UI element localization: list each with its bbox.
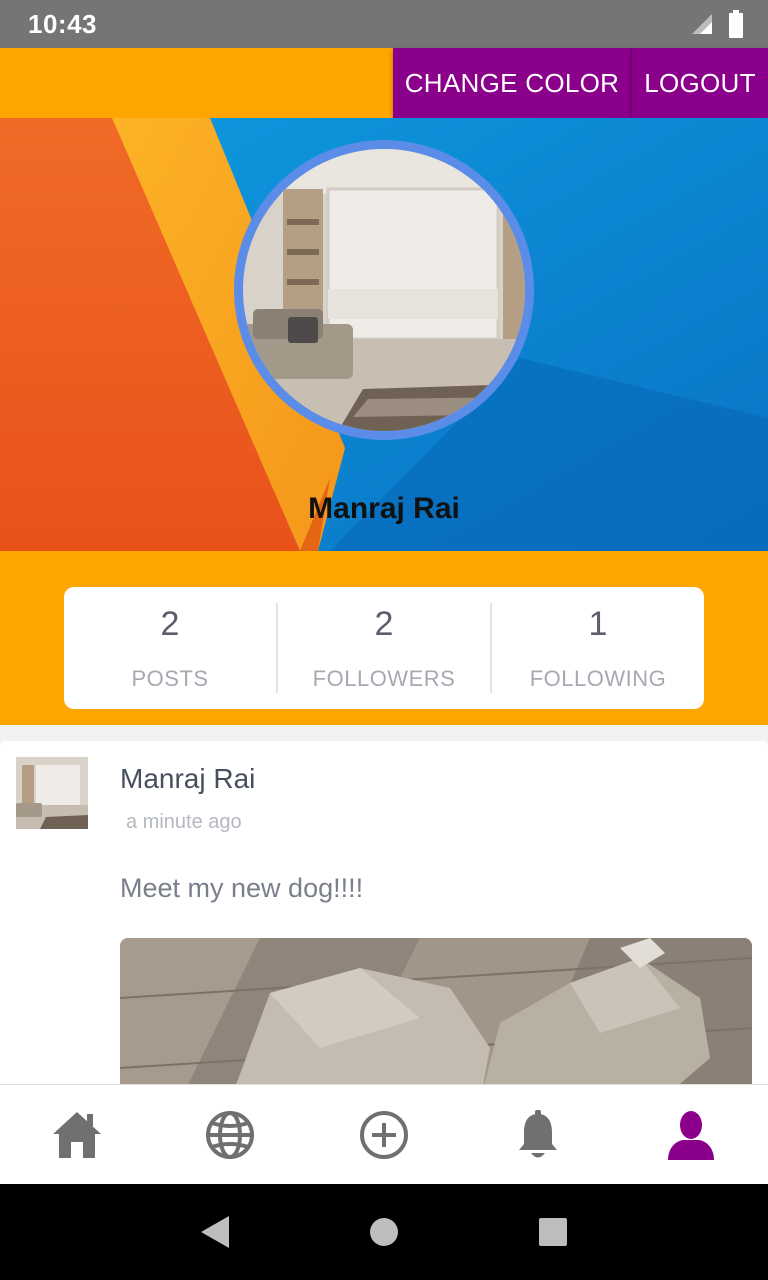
logout-button[interactable]: LOGOUT xyxy=(631,48,768,118)
back-triangle-icon xyxy=(200,1216,229,1248)
profile-avatar[interactable] xyxy=(234,140,534,440)
stat-followers-count: 2 xyxy=(374,604,394,643)
recents-square-icon xyxy=(539,1218,568,1246)
nav-profile[interactable] xyxy=(641,1085,741,1185)
stats-section: 2 POSTS 2 FOLLOWERS 1 FOLLOWING xyxy=(0,551,768,725)
nav-notifications[interactable] xyxy=(488,1085,588,1185)
bell-icon xyxy=(518,1109,557,1157)
status-time: 10:43 xyxy=(28,8,97,39)
bottom-navigation xyxy=(0,1084,768,1184)
nav-explore[interactable] xyxy=(180,1085,280,1185)
stat-posts-count: 2 xyxy=(160,604,180,643)
avatar-image xyxy=(243,149,525,431)
post-card[interactable]: Manraj Rai a minute ago Meet my new dog!… xyxy=(0,741,768,1101)
post-image[interactable] xyxy=(120,938,752,1101)
stat-posts[interactable]: 2 POSTS xyxy=(64,603,276,693)
home-circle-icon xyxy=(369,1218,398,1246)
nav-home[interactable] xyxy=(27,1085,127,1185)
globe-icon xyxy=(206,1110,255,1159)
stat-following-label: FOLLOWING xyxy=(529,665,667,691)
system-back-button[interactable] xyxy=(185,1202,245,1262)
status-bar: 10:43 xyxy=(0,0,768,48)
stat-following[interactable]: 1 FOLLOWING xyxy=(490,603,704,693)
nav-add-post[interactable] xyxy=(334,1085,434,1185)
stat-followers[interactable]: 2 FOLLOWERS xyxy=(276,603,490,693)
stat-posts-label: POSTS xyxy=(131,665,209,691)
signal-icon xyxy=(692,14,712,34)
change-color-button[interactable]: CHANGE COLOR xyxy=(393,48,631,118)
app-screen: 10:43 CHANGE COLOR LOGOUT Manraj Rai 2 P… xyxy=(0,0,768,1280)
post-author-avatar[interactable] xyxy=(16,757,88,829)
profile-name: Manraj Rai xyxy=(308,492,460,525)
stats-card: 2 POSTS 2 FOLLOWERS 1 FOLLOWING xyxy=(64,587,704,709)
add-circle-icon xyxy=(359,1110,408,1159)
post-text: Meet my new dog!!!! xyxy=(120,873,364,903)
stat-followers-label: FOLLOWERS xyxy=(312,665,456,691)
post-image-content xyxy=(120,938,752,1101)
system-navigation-bar xyxy=(0,1184,768,1280)
profile-cover: Manraj Rai xyxy=(0,118,768,551)
top-action-bar: CHANGE COLOR LOGOUT xyxy=(0,48,768,118)
system-recents-button[interactable] xyxy=(523,1202,583,1262)
post-timestamp: a minute ago xyxy=(126,811,242,833)
status-icons xyxy=(690,10,744,38)
system-home-button[interactable] xyxy=(354,1202,414,1262)
home-icon xyxy=(52,1111,101,1158)
battery-icon xyxy=(729,10,743,38)
stat-following-count: 1 xyxy=(588,604,608,643)
post-author-name[interactable]: Manraj Rai xyxy=(120,763,255,795)
profile-icon xyxy=(668,1110,715,1160)
